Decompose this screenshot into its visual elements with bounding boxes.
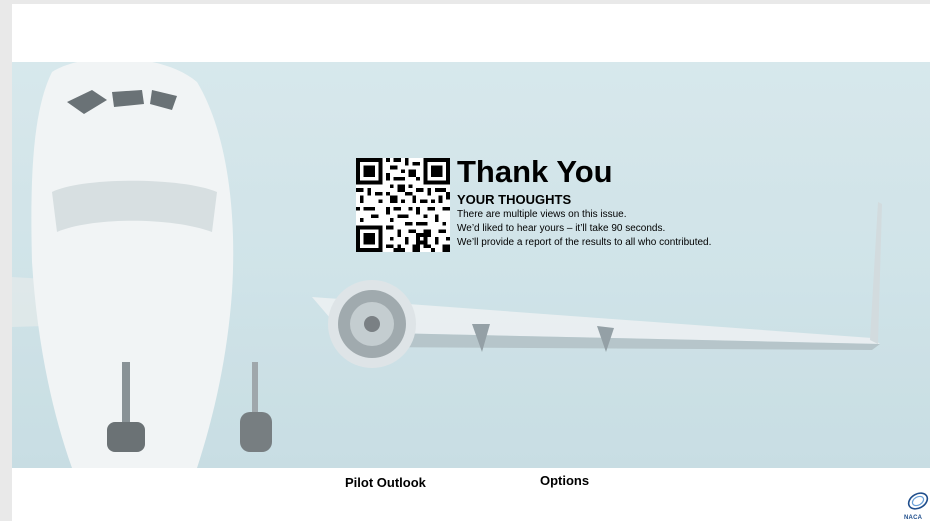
message-line-3: We’ll provide a report of the results to… (457, 237, 712, 248)
footer-label-right: Options (540, 473, 590, 488)
logo-icon (907, 492, 929, 510)
naca-logo: NACA (904, 490, 930, 521)
slide-title: Thank You (457, 154, 613, 189)
logo-text: NACA (904, 515, 923, 521)
airliner-photo (12, 62, 930, 468)
message-line-2: We’d liked to hear yours – it’ll take 90… (457, 223, 666, 234)
thank-you-panel: Thank You YOUR THOUGHTS There are multip… (356, 155, 806, 265)
message-block: Thank You YOUR THOUGHTS There are multip… (457, 155, 711, 250)
qr-code-icon[interactable] (356, 158, 450, 252)
airplane-illustration (12, 62, 930, 468)
slide: Thank You YOUR THOUGHTS There are multip… (12, 4, 930, 521)
message-line-1: There are multiple views on this issue. (457, 209, 627, 220)
footer-label-left: Pilot Outlook (345, 475, 426, 490)
slide-subtitle: YOUR THOUGHTS (457, 192, 572, 207)
